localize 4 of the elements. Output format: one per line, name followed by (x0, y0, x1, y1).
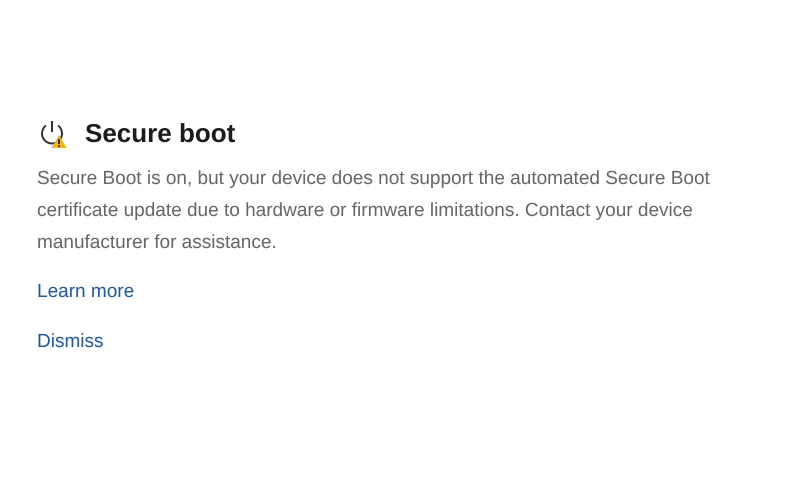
text-link[interactable]: Learn more (37, 281, 134, 303)
description-text: Secure Boot is on, but your device does not support the automated Secure Boot certificate update due to hardware or firmware limitations. Contact your device manufacturer for assistance. (37, 167, 711, 255)
text-link[interactable]: Dismiss (37, 331, 104, 353)
section-title: Secure boot (85, 118, 236, 149)
